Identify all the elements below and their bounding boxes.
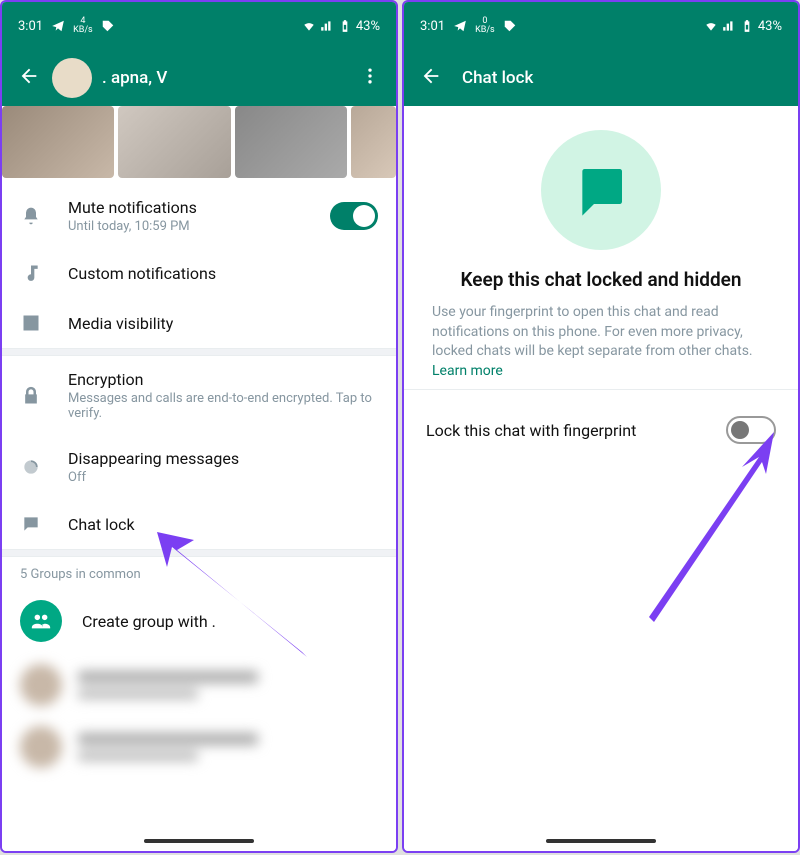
mute-notifications-row[interactable]: Mute notifications Until today, 10:59 PM (2, 184, 396, 248)
nav-handle[interactable] (546, 839, 656, 843)
media-vis-label: Media visibility (68, 314, 378, 333)
lock-chat-icon (541, 130, 661, 250)
status-time: 3:01 (18, 19, 43, 34)
battery-icon (740, 19, 754, 33)
status-battery: 43% (758, 19, 782, 34)
disappearing-label: Disappearing messages (68, 449, 378, 468)
signal-icon (320, 19, 334, 33)
wifi-icon (704, 19, 718, 33)
status-time: 3:01 (420, 19, 445, 34)
media-thumb[interactable] (351, 106, 396, 178)
header: Chat lock (404, 50, 798, 106)
lock-icon (20, 385, 42, 407)
group-item-blurred[interactable] (2, 716, 396, 778)
learn-more-link[interactable]: Learn more (432, 363, 503, 379)
wifi-icon (302, 19, 316, 33)
encryption-row[interactable]: Encryption Messages and calls are end-to… (2, 356, 396, 435)
custom-notifications-row[interactable]: Custom notifications (2, 248, 396, 298)
encryption-sub: Messages and calls are end-to-end encryp… (68, 391, 378, 421)
more-button[interactable] (352, 58, 388, 98)
header: . apna, V (2, 50, 396, 106)
statusbar: 3:01 0KB/s 43% (404, 2, 798, 50)
bell-icon (20, 205, 42, 227)
telegram-icon (51, 19, 65, 33)
tag-icon (101, 19, 115, 33)
page-title: Chat lock (462, 68, 790, 88)
encryption-label: Encryption (68, 370, 378, 389)
lock-fingerprint-row[interactable]: Lock this chat with fingerprint (404, 390, 798, 470)
disappearing-sub: Off (68, 470, 378, 485)
phone-right: 3:01 0KB/s 43% Chat lock Keep this chat … (402, 0, 800, 853)
groups-common-label: 5 Groups in common (2, 557, 396, 588)
note-icon (20, 262, 42, 284)
status-kbs: 4KB/s (73, 17, 93, 35)
content-scroll[interactable]: Mute notifications Until today, 10:59 PM… (2, 106, 396, 851)
statusbar: 3:01 4KB/s 43% (2, 2, 396, 50)
battery-icon (338, 19, 352, 33)
chat-lock-icon (20, 513, 42, 535)
media-thumb[interactable] (118, 106, 230, 178)
create-group-row[interactable]: Create group with . (2, 588, 396, 654)
content: Keep this chat locked and hidden Use you… (404, 106, 798, 851)
hero-desc: Use your fingerprint to open this chat a… (428, 303, 774, 381)
media-strip[interactable] (2, 106, 396, 184)
lock-fingerprint-switch[interactable] (726, 416, 776, 444)
group-icon (20, 600, 62, 642)
custom-notif-label: Custom notifications (68, 264, 378, 283)
back-button[interactable] (412, 57, 450, 99)
phone-left: 3:01 4KB/s 43% . apna, V (0, 0, 398, 853)
chat-lock-row[interactable]: Chat lock (2, 499, 396, 549)
nav-handle[interactable] (144, 839, 254, 843)
mute-switch[interactable] (330, 202, 378, 230)
tag-icon (503, 19, 517, 33)
mute-sub: Until today, 10:59 PM (68, 219, 304, 234)
image-icon (20, 312, 42, 334)
hero-title: Keep this chat locked and hidden (461, 268, 742, 291)
status-battery: 43% (356, 19, 380, 34)
timer-icon (20, 456, 42, 478)
back-button[interactable] (10, 57, 48, 99)
create-group-label: Create group with . (82, 612, 216, 631)
signal-icon (722, 19, 736, 33)
telegram-icon (453, 19, 467, 33)
contact-avatar[interactable] (52, 58, 92, 98)
media-thumb[interactable] (2, 106, 114, 178)
group-item-blurred[interactable] (2, 654, 396, 716)
status-kbs: 0KB/s (475, 17, 495, 35)
chat-lock-label: Chat lock (68, 515, 378, 534)
lock-fingerprint-label: Lock this chat with fingerprint (426, 421, 636, 440)
disappearing-row[interactable]: Disappearing messages Off (2, 435, 396, 499)
media-visibility-row[interactable]: Media visibility (2, 298, 396, 348)
contact-name: . apna, V (102, 68, 352, 88)
chat-lock-hero: Keep this chat locked and hidden Use you… (404, 106, 798, 389)
media-thumb[interactable] (235, 106, 347, 178)
mute-label: Mute notifications (68, 198, 304, 217)
